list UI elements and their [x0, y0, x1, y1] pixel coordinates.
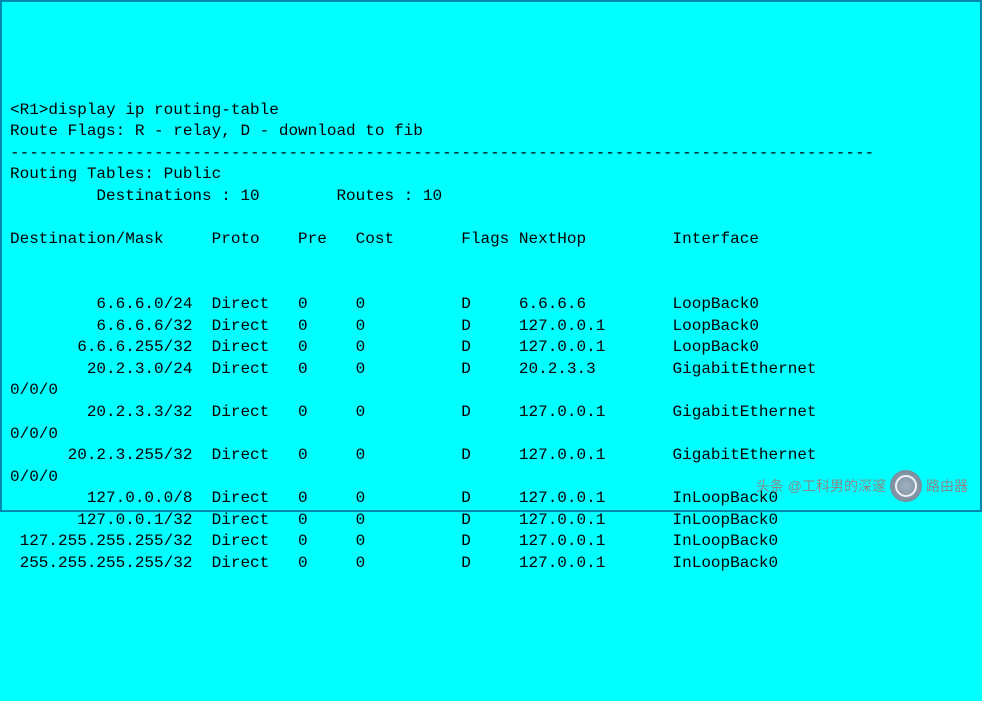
watermark-brand: 路由器 — [926, 476, 968, 496]
routing-table-body: 6.6.6.0/24 Direct 0 0 D 6.6.6.6 LoopBack… — [10, 295, 817, 572]
route-flags-legend: Route Flags: R - relay, D - download to … — [10, 122, 423, 140]
routing-summary: Destinations : 10 Routes : 10 — [10, 187, 442, 205]
cli-prompt: <R1>display ip routing-table — [10, 101, 279, 119]
routing-tables-title: Routing Tables: Public — [10, 165, 221, 183]
watermark-author: @工科男的深邃 — [788, 476, 886, 496]
watermark: 头条 @工科男的深邃 路由器 — [756, 470, 968, 502]
watermark-prefix: 头条 — [756, 476, 784, 496]
divider: ----------------------------------------… — [10, 144, 874, 162]
table-header: Destination/Mask Proto Pre Cost Flags Ne… — [10, 230, 759, 248]
toutiao-icon — [890, 470, 922, 502]
